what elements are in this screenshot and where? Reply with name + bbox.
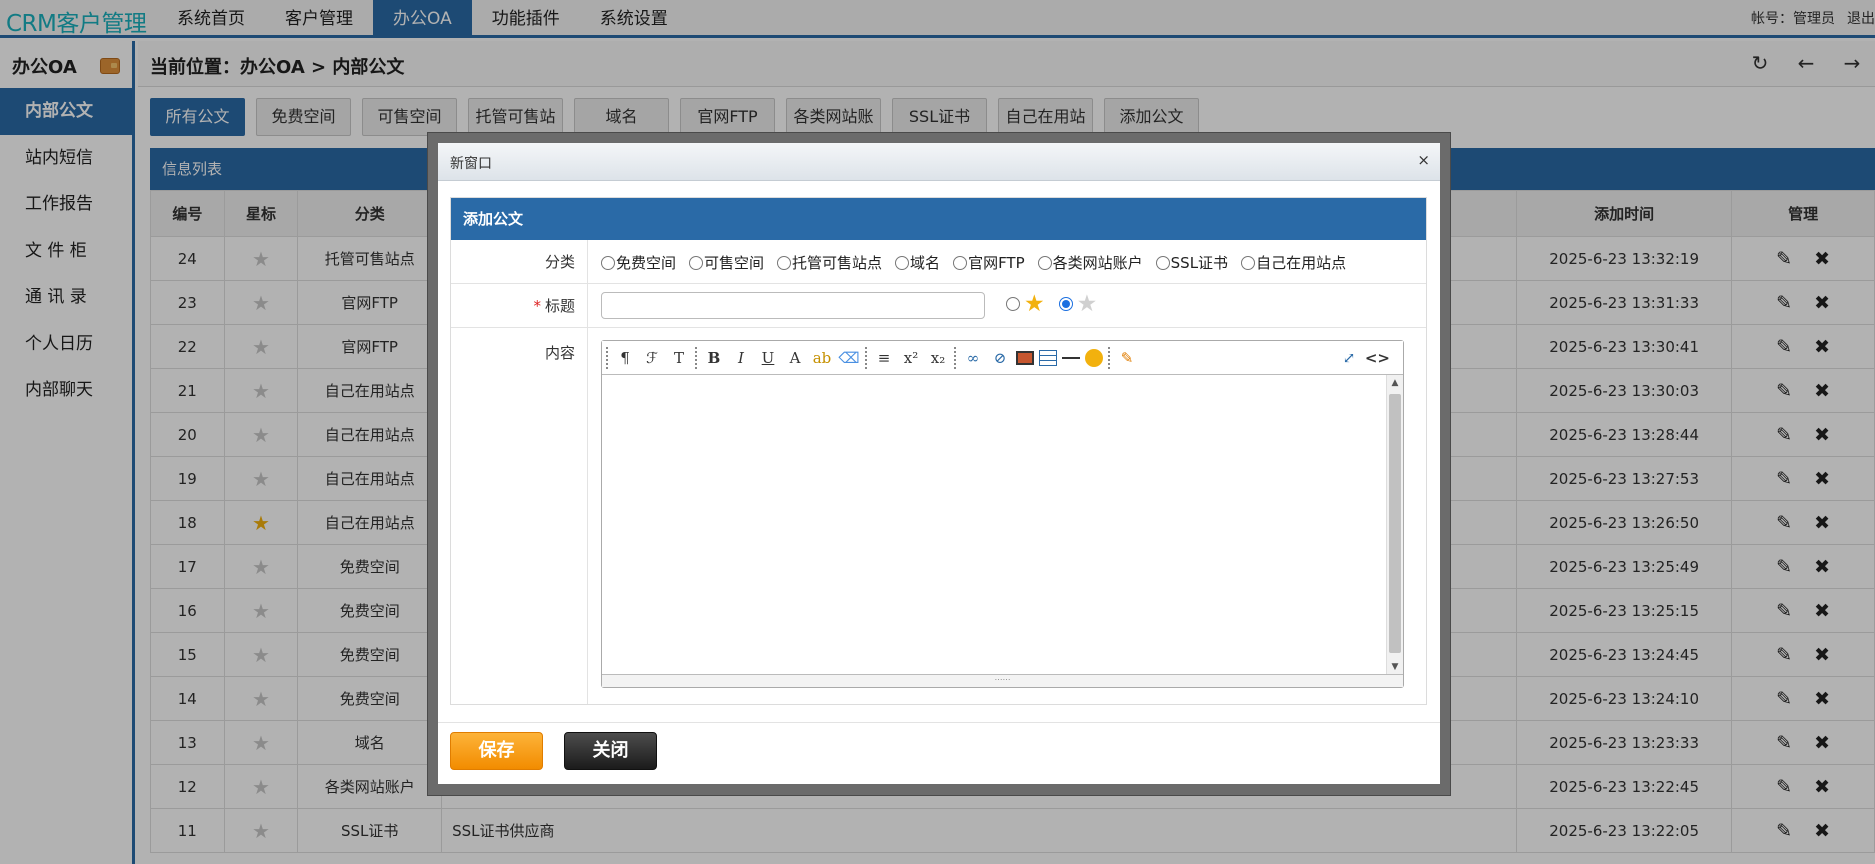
font-size-icon[interactable]: T [668, 347, 690, 369]
editor-resize-handle[interactable]: ⋯⋯ [602, 674, 1403, 687]
category-option-website-accounts[interactable]: 各类网站账户 [1037, 252, 1143, 273]
form-title: 添加公文 [451, 198, 1426, 240]
title-label-text: 标题 [544, 297, 575, 315]
image-icon[interactable] [1016, 350, 1034, 365]
category-option-label: 域名 [910, 254, 941, 272]
radio-button[interactable] [777, 256, 792, 270]
category-row: 分类 免费空间 可售空间 托管可售站点 域名 官网FTP 各类网站账户 SSL证… [451, 240, 1426, 284]
close-icon[interactable]: × [1417, 151, 1430, 169]
content-label: 内容 [451, 328, 588, 704]
radio-button[interactable] [1241, 256, 1256, 270]
italic-icon[interactable]: I [730, 347, 752, 369]
font-family-icon[interactable]: ℱ [641, 347, 663, 369]
radio-button[interactable] [1155, 256, 1170, 270]
category-option-hosted-sites[interactable]: 托管可售站点 [777, 252, 882, 273]
category-option-sellable-space[interactable]: 可售空间 [689, 252, 764, 273]
category-option-official-ftp[interactable]: 官网FTP [953, 252, 1025, 273]
category-option-label: 官网FTP [968, 254, 1025, 272]
table-icon[interactable] [1039, 349, 1057, 366]
radio-button[interactable] [689, 256, 704, 270]
eraser-icon[interactable]: ⌫ [838, 347, 860, 369]
modal-frame: 新窗口 × 添加公文 分类 免费空间 可售空间 托管可售站点 域名 官网FTP … [427, 132, 1451, 796]
dialog-footer: 保存 关闭 [438, 722, 1440, 784]
toolbar-separator [695, 346, 699, 369]
editor-content-area[interactable]: ▲ ▼ [602, 375, 1403, 675]
radio-button[interactable] [953, 256, 968, 270]
horizontal-rule-icon[interactable] [1062, 356, 1080, 359]
underline-icon[interactable]: U [757, 347, 779, 369]
rich-text-editor: ¶ ℱ T B I U A ab ⌫ ≡ x² x₂ ∞ ⊘ ✎ ⤢ <> ▲ … [601, 340, 1404, 688]
radio-button[interactable] [1037, 256, 1052, 270]
link-icon[interactable]: ∞ [962, 347, 984, 369]
highlight-icon[interactable]: ab [811, 347, 833, 369]
toolbar-separator [1108, 346, 1112, 369]
add-document-form: 添加公文 分类 免费空间 可售空间 托管可售站点 域名 官网FTP 各类网站账户… [450, 197, 1427, 705]
fullscreen-icon[interactable]: ⤢ [1338, 347, 1360, 369]
category-option-label: 可售空间 [704, 254, 765, 272]
source-code-icon[interactable]: <> [1365, 347, 1390, 369]
category-option-label: 托管可售站点 [792, 254, 883, 272]
radio-button[interactable] [601, 256, 615, 270]
radio-button-checked[interactable] [1058, 297, 1073, 311]
font-color-icon[interactable]: A [784, 347, 806, 369]
category-radio-group: 免费空间 可售空间 托管可售站点 域名 官网FTP 各类网站账户 SSL证书 自… [601, 252, 1359, 273]
toolbar-separator [954, 346, 958, 369]
category-option-domain[interactable]: 域名 [895, 252, 940, 273]
grey-star-icon: ★ [1076, 291, 1098, 317]
toolbar-separator [865, 346, 869, 369]
content-row: 内容 ¶ ℱ T B I U A ab ⌫ ≡ x² x₂ ∞ ⊘ ✎ ⤢ <>… [451, 328, 1426, 704]
required-marker: * [533, 297, 541, 315]
add-document-dialog: 新窗口 × 添加公文 分类 免费空间 可售空间 托管可售站点 域名 官网FTP … [438, 143, 1440, 784]
paragraph-format-icon[interactable]: ¶ [614, 347, 636, 369]
editor-toolbar: ¶ ℱ T B I U A ab ⌫ ≡ x² x₂ ∞ ⊘ ✎ ⤢ <> [602, 341, 1403, 375]
category-option-own-sites[interactable]: 自己在用站点 [1241, 252, 1346, 273]
subscript-icon[interactable]: x₂ [927, 347, 949, 369]
dialog-titlebar[interactable]: 新窗口 × [438, 143, 1440, 181]
superscript-icon[interactable]: x² [900, 347, 922, 369]
star-choice-group: ★ ★ [1006, 290, 1111, 318]
title-row: * 标题 ★ ★ [451, 284, 1426, 328]
category-option-label: 免费空间 [616, 254, 677, 272]
category-option-label: 自己在用站点 [1256, 254, 1347, 272]
gold-star-icon: ★ [1024, 291, 1045, 317]
magic-wand-icon[interactable]: ✎ [1116, 347, 1138, 369]
category-label: 分类 [451, 240, 588, 283]
category-option-ssl[interactable]: SSL证书 [1155, 252, 1229, 273]
title-input[interactable] [601, 292, 985, 319]
save-button[interactable]: 保存 [450, 732, 543, 770]
scroll-up-arrow-icon[interactable]: ▲ [1387, 378, 1403, 388]
dialog-title: 新窗口 [450, 156, 492, 172]
category-option-label: SSL证书 [1170, 254, 1229, 272]
star-option-starred[interactable]: ★ [1006, 290, 1045, 318]
category-option-label: 各类网站账户 [1052, 254, 1143, 272]
toolbar-separator [606, 346, 610, 369]
radio-button[interactable] [895, 256, 910, 270]
bold-icon[interactable]: B [703, 347, 725, 369]
emoji-icon[interactable] [1085, 348, 1103, 367]
category-option-free-space[interactable]: 免费空间 [601, 252, 676, 273]
editor-scrollbar[interactable]: ▲ ▼ [1386, 375, 1403, 675]
scrollbar-thumb[interactable] [1389, 394, 1401, 653]
editor-toolbar-right: ⤢ <> [1338, 347, 1395, 369]
close-button[interactable]: 关闭 [564, 732, 657, 770]
unlink-icon[interactable]: ⊘ [989, 347, 1011, 369]
radio-button[interactable] [1006, 297, 1020, 311]
title-label: * 标题 [451, 284, 588, 327]
align-icon[interactable]: ≡ [873, 347, 895, 369]
star-option-plain[interactable]: ★ [1058, 290, 1098, 318]
scroll-down-arrow-icon[interactable]: ▼ [1387, 662, 1403, 672]
